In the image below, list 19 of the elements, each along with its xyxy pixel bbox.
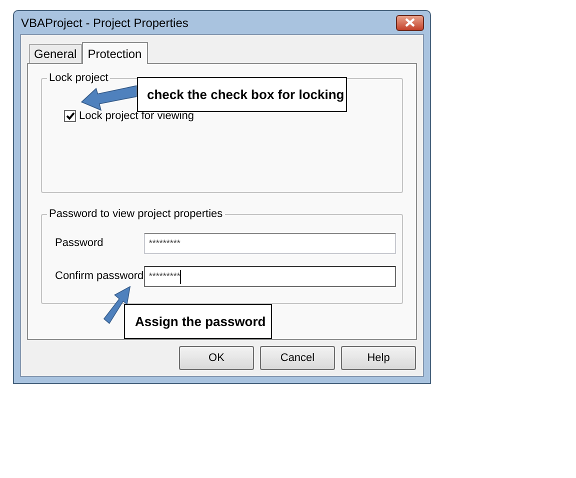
close-button[interactable] [396,14,424,30]
dialog-button[interactable]: Help [341,346,416,370]
dialog-button[interactable]: Cancel [260,346,335,370]
field-label: Confirm password [55,269,144,284]
arrow-icon [80,84,138,111]
group-title: Password to view project properties [47,207,225,221]
tab[interactable]: General [29,44,82,63]
dialog-button[interactable]: OK [179,346,254,370]
window-title: VBAProject - Project Properties [20,14,188,32]
checkbox[interactable] [64,110,76,122]
password-field[interactable]: ********* [144,233,396,254]
field-label: Password [55,236,104,252]
password-field[interactable]: ********* [144,266,396,287]
callout-box: Assign the password [124,304,272,339]
group-title: Lock project [47,71,110,85]
callout-box: check the check box for locking [137,77,347,112]
tab[interactable]: Protection [82,42,148,64]
close-icon [405,18,415,27]
checkmark-icon [66,112,74,120]
